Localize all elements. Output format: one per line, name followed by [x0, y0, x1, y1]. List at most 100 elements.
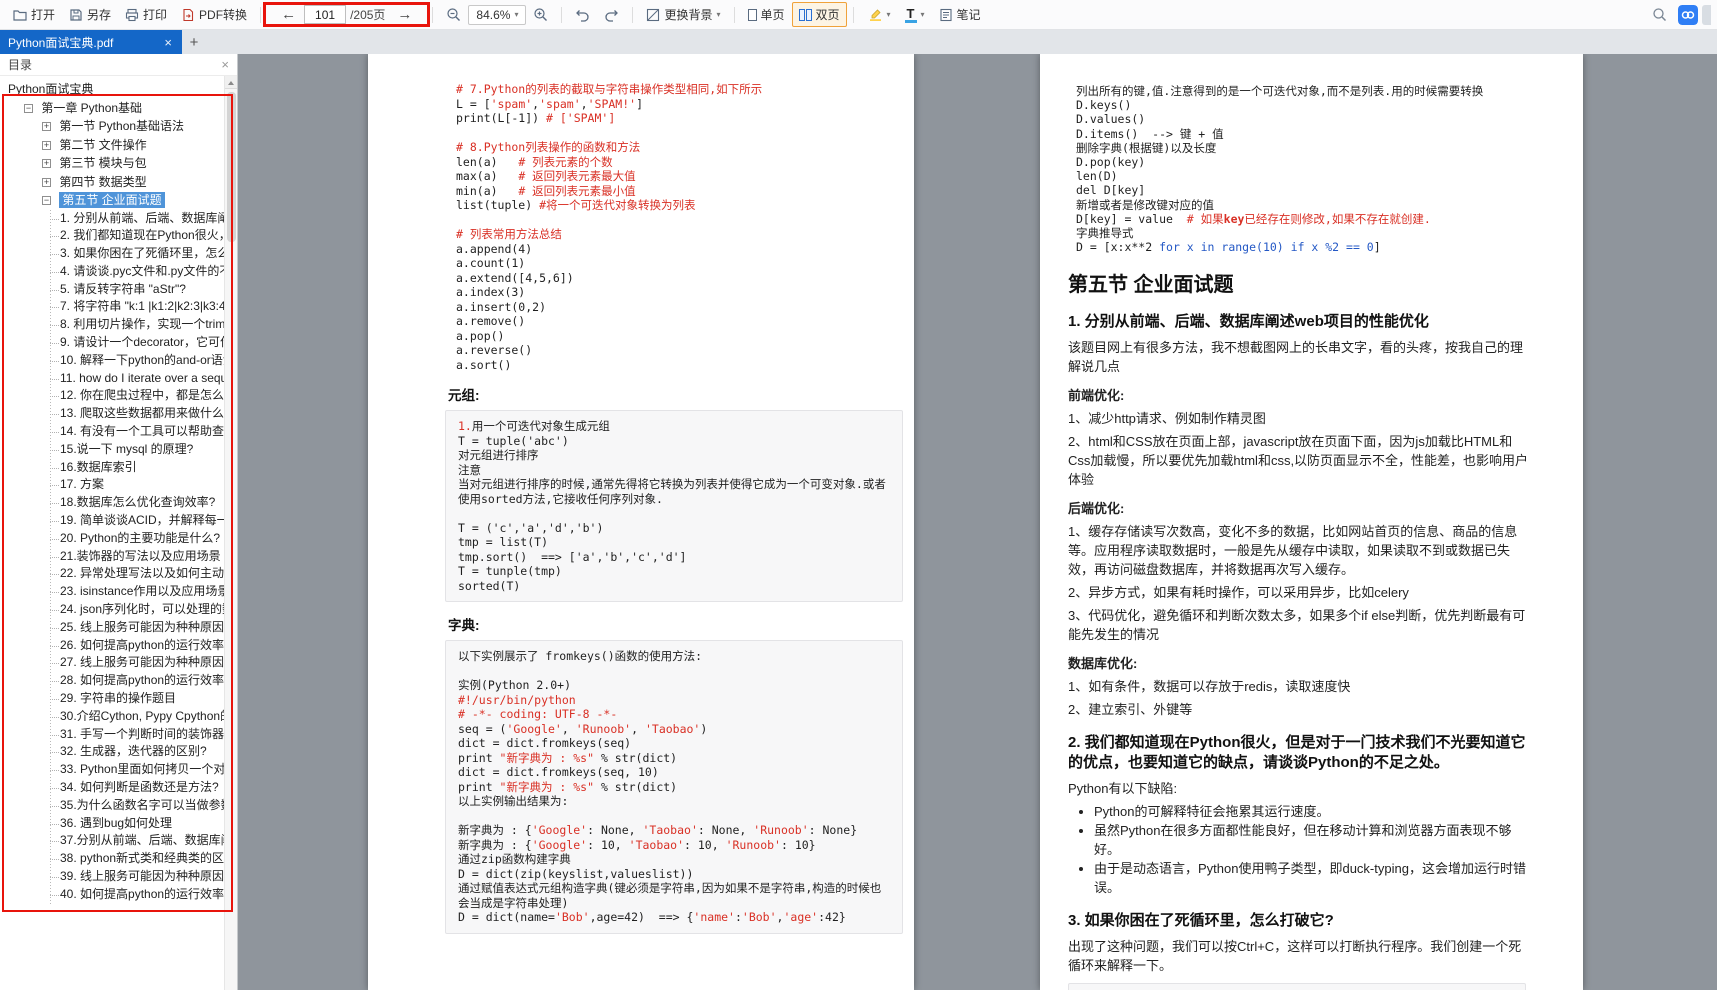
- code-line: D[key] = value # 如果key已经存在则修改,如果不存在就创建.: [1076, 212, 1533, 226]
- code-line: a.pop(): [456, 329, 888, 344]
- pdf-convert-icon: [181, 8, 195, 22]
- collapse-expander-icon[interactable]: −: [42, 196, 51, 205]
- toc-question-item[interactable]: 35.为什么函数名字可以当做参数用: [0, 797, 237, 815]
- text-tool-button[interactable]: T ▾: [898, 4, 932, 26]
- prev-page-button[interactable]: ←: [273, 6, 304, 23]
- toc-question-label: 16.数据库索引: [60, 460, 137, 474]
- toc-question-item[interactable]: 34. 如何判断是函数还是方法?: [0, 779, 237, 797]
- toc-question-item[interactable]: 15.说一下 mysql 的原理?: [0, 441, 237, 459]
- toc-question-item[interactable]: 29. 字符串的操作题目: [0, 690, 237, 708]
- zoom-out-button[interactable]: [439, 4, 468, 25]
- toc-question-item[interactable]: 40. 如何提高python的运行效率: [0, 886, 237, 904]
- next-page-button[interactable]: →: [389, 6, 420, 23]
- document-viewport[interactable]: # 7.Python的列表的截取与字符串操作类型相同,如下所示L = ['spa…: [238, 54, 1717, 990]
- expand-expander-icon[interactable]: +: [42, 178, 51, 187]
- expand-expander-icon[interactable]: +: [42, 122, 51, 131]
- toc-question-item[interactable]: 1. 分别从前端、后端、数据库阐述web项目的性能优化: [0, 210, 237, 228]
- notes-label: 笔记: [957, 6, 981, 23]
- toc-question-item[interactable]: 28. 如何提高python的运行效率: [0, 672, 237, 690]
- toc-question-item[interactable]: 25. 线上服务可能因为种种原因导致挂掉: [0, 619, 237, 637]
- toc-section-item[interactable]: + 第三节 模块与包: [0, 154, 237, 173]
- toc-question-item[interactable]: 31. 手写一个判断时间的装饰器: [0, 726, 237, 744]
- open-button[interactable]: 打开: [6, 3, 62, 26]
- expand-expander-icon[interactable]: +: [42, 141, 51, 150]
- double-page-button[interactable]: 双页: [792, 2, 847, 27]
- toc-question-item[interactable]: 18.数据库怎么优化查询效率?: [0, 494, 237, 512]
- toc-question-item[interactable]: 13. 爬取这些数据都用来做什么的: [0, 405, 237, 423]
- highlighter-button[interactable]: ▾: [860, 4, 898, 25]
- toc-question-label: 40. 如何提高python的运行效率: [60, 887, 224, 901]
- toc-question-item[interactable]: 16.数据库索引: [0, 459, 237, 477]
- toc-question-item[interactable]: 19. 简单谈谈ACID，并解释每一个特性: [0, 512, 237, 530]
- toc-question-label: 19. 简单谈谈ACID，并解释每一个特性: [60, 513, 237, 527]
- paragraph: 1、缓存存储读写次数高，变化不多的数据，比如网站首页的信息、商品的信息等。应用程…: [1068, 522, 1533, 579]
- toc-question-item[interactable]: 30.介绍Cython, Pypy Cpython的区别: [0, 708, 237, 726]
- toc-question-item[interactable]: 10. 解释一下python的and-or语法: [0, 352, 237, 370]
- toc-question-item[interactable]: 21.装饰器的写法以及应用场景: [0, 548, 237, 566]
- scroll-up-arrow-icon[interactable]: [225, 76, 237, 89]
- toc-chapter-item[interactable]: − 第一章 Python基础: [0, 99, 237, 118]
- toc-question-item[interactable]: 8. 利用切片操作，实现一个trim()函数: [0, 316, 237, 334]
- toc-question-item[interactable]: 14. 有没有一个工具可以帮助查找python的bug: [0, 423, 237, 441]
- toc-question-item[interactable]: 36. 遇到bug如何处理: [0, 815, 237, 833]
- toc-section-item[interactable]: + 第一节 Python基础语法: [0, 117, 237, 136]
- change-background-button[interactable]: 更换背景 ▾: [639, 3, 727, 26]
- paragraph: 2、异步方式，如果有耗时操作，可以采用异步，比如celery: [1068, 583, 1533, 602]
- chevron-down-icon: ▾: [716, 11, 720, 19]
- expand-expander-icon[interactable]: +: [42, 159, 51, 168]
- undo-button[interactable]: [568, 5, 597, 25]
- code-line: 删除字典(根据键)以及长度: [1076, 141, 1533, 155]
- tab-close-icon[interactable]: ×: [162, 35, 174, 50]
- toc-question-item[interactable]: 5. 请反转字符串 "aStr"?: [0, 281, 237, 299]
- save-as-button[interactable]: 另存: [62, 3, 118, 26]
- new-tab-button[interactable]: +: [182, 30, 206, 54]
- document-tab[interactable]: Python面试宝典.pdf ×: [0, 30, 182, 54]
- toc-question-item[interactable]: 7. 将字符串 "k:1 |k1:2|k2:3|k3:4" 处理成字典: [0, 298, 237, 316]
- toc-question-item[interactable]: 4. 请谈谈.pyc文件和.py文件的不同之处: [0, 263, 237, 281]
- toc-question-item[interactable]: 33. Python里面如何拷贝一个对象: [0, 761, 237, 779]
- toc-question-item[interactable]: 23. isinstance作用以及应用场景: [0, 583, 237, 601]
- single-page-button[interactable]: 单页: [741, 2, 792, 27]
- redo-button[interactable]: [597, 5, 626, 25]
- link-badge-icon[interactable]: [1678, 5, 1698, 25]
- toc-question-label: 24. json序列化时，可以处理的数据类型: [60, 602, 237, 616]
- toc-question-item[interactable]: 32. 生成器，迭代器的区别?: [0, 743, 237, 761]
- toc-question-item[interactable]: 11. how do I iterate over a sequence in …: [0, 370, 237, 388]
- toc-section-item[interactable]: + 第二节 文件操作: [0, 136, 237, 155]
- search-button[interactable]: [1645, 4, 1674, 25]
- zoom-level-select[interactable]: 84.6% ▾: [468, 5, 526, 25]
- toc-question-item[interactable]: 38. python新式类和经典类的区别: [0, 850, 237, 868]
- toc-active-section-item[interactable]: − 第五节 企业面试题: [0, 191, 237, 210]
- toc-section-item[interactable]: + 第四节 数据类型: [0, 173, 237, 192]
- scrollbar-thumb[interactable]: [227, 92, 236, 242]
- note-icon: [939, 8, 953, 22]
- toc-question-item[interactable]: 26. 如何提高python的运行效率: [0, 637, 237, 655]
- print-button[interactable]: 打印: [118, 3, 174, 26]
- toc-question-item[interactable]: 22. 异常处理写法以及如何主动抛出异常: [0, 565, 237, 583]
- toc-question-item[interactable]: 3. 如果你困在了死循环里，怎么打破它?: [0, 245, 237, 263]
- toc-question-label: 3. 如果你困在了死循环里，怎么打破它?: [60, 246, 237, 260]
- change-background-label: 更换背景: [664, 6, 712, 23]
- toc-question-item[interactable]: 24. json序列化时，可以处理的数据类型: [0, 601, 237, 619]
- zoom-in-button[interactable]: [526, 4, 555, 25]
- qa-content: 第五节 企业面试题1. 分别从前端、后端、数据库阐述web项目的性能优化该题目网…: [1068, 272, 1533, 990]
- outline-scrollbar[interactable]: [224, 76, 237, 990]
- toc-question-item[interactable]: 9. 请设计一个decorator，它可作用于任何函数: [0, 334, 237, 352]
- toc-question-item[interactable]: 39. 线上服务可能因为种种原因导致挂掉: [0, 868, 237, 886]
- toc-question-item[interactable]: 17. 方案: [0, 476, 237, 494]
- toc-root-item[interactable]: Python面试宝典: [0, 80, 237, 99]
- code-line: a.count(1): [456, 256, 888, 271]
- collapse-expander-icon[interactable]: −: [24, 104, 33, 113]
- toc-question-item[interactable]: 12. 你在爬虫过程中，都是怎么解决反爬的: [0, 387, 237, 405]
- pdf-convert-button[interactable]: PDF转换: [174, 3, 254, 26]
- notes-button[interactable]: 笔记: [932, 3, 988, 26]
- toc-question-label: 15.说一下 mysql 的原理?: [60, 442, 193, 456]
- toc-question-item[interactable]: 37.分别从前端、后端、数据库阐述web项目的性能: [0, 832, 237, 850]
- toc-question-item[interactable]: 2. 我们都知道现在Python很火，但是对于一门技术我们: [0, 227, 237, 245]
- toc-question-label: 10. 解释一下python的and-or语法: [60, 353, 235, 367]
- toc-question-item[interactable]: 27. 线上服务可能因为种种原因导致挂掉: [0, 654, 237, 672]
- toc-question-item[interactable]: 20. Python的主要功能是什么?: [0, 530, 237, 548]
- page-number-input[interactable]: [304, 5, 346, 24]
- toc-question-list: 1. 分别从前端、后端、数据库阐述web项目的性能优化 2. 我们都知道现在Py…: [0, 210, 237, 904]
- outline-close-icon[interactable]: ×: [221, 57, 229, 72]
